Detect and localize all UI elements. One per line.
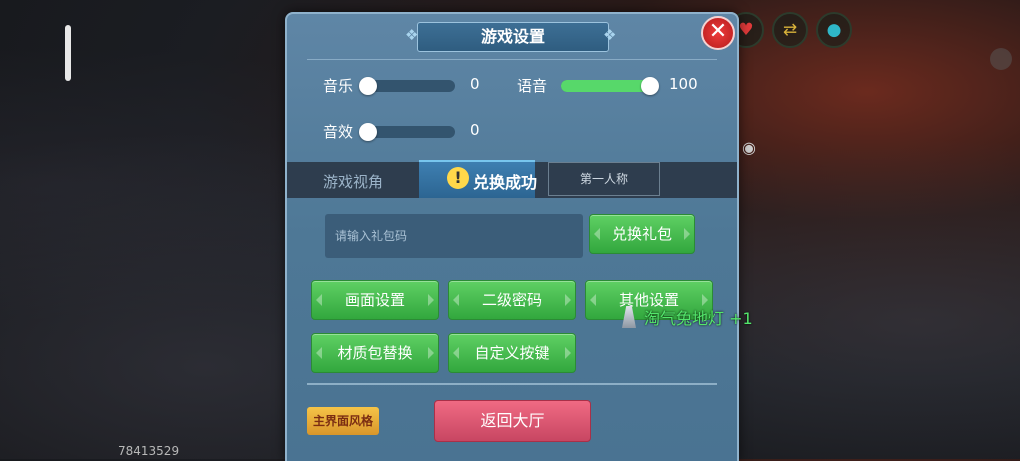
- back-to-lobby-button[interactable]: 返回大厅: [434, 400, 591, 442]
- swap-icon[interactable]: ⇄: [772, 12, 808, 48]
- music-slider-knob[interactable]: [359, 77, 377, 95]
- title-ornament-right-icon: ❖: [603, 26, 617, 44]
- redeem-gift-button[interactable]: 兑换礼包: [589, 214, 695, 254]
- toast-message: 兑换成功: [473, 173, 538, 192]
- close-button[interactable]: ✕: [701, 16, 735, 50]
- game-settings-panel: ❖ 游戏设置 ❖ ✕ 音乐 0 语音 100 音效 0 游戏视角 第一人称 ! …: [285, 12, 739, 461]
- voice-value: 100: [669, 75, 698, 93]
- gift-code-input[interactable]: 请输入礼包码: [325, 214, 583, 258]
- player-id: 78413529: [118, 444, 180, 458]
- side-hud-icon[interactable]: [990, 48, 1012, 70]
- footer-divider: [307, 383, 717, 385]
- title-divider: [307, 59, 717, 60]
- exclamation-icon: !: [447, 167, 469, 189]
- main-ui-style-button[interactable]: 主界面风格: [307, 407, 379, 435]
- view-mode-label: 游戏视角: [323, 173, 384, 191]
- sfx-slider[interactable]: [365, 126, 455, 138]
- music-value: 0: [470, 75, 480, 93]
- custom-keys-button[interactable]: 自定义按键: [448, 333, 576, 373]
- sfx-label: 音效: [323, 123, 354, 141]
- voice-slider-fill: [561, 80, 651, 92]
- voice-label: 语音: [517, 77, 548, 95]
- voice-slider[interactable]: [561, 80, 651, 92]
- water-drop-icon[interactable]: ●: [816, 12, 852, 48]
- close-x-icon: ✕: [708, 19, 728, 44]
- graphics-settings-button[interactable]: 画面设置: [311, 280, 439, 320]
- pause-handle[interactable]: [65, 25, 71, 81]
- voice-slider-knob[interactable]: [641, 77, 659, 95]
- second-password-button[interactable]: 二级密码: [448, 280, 576, 320]
- music-slider[interactable]: [365, 80, 455, 92]
- sfx-slider-knob[interactable]: [359, 123, 377, 141]
- music-label: 音乐: [323, 77, 354, 95]
- pickup-text: 淘气兔地灯 +1: [644, 309, 753, 328]
- lamp-icon: [622, 306, 636, 328]
- texture-pack-button[interactable]: 材质包替换: [311, 333, 439, 373]
- view-tab-first-person[interactable]: 第一人称: [548, 162, 660, 196]
- eye-icon[interactable]: ◉: [742, 138, 756, 157]
- panel-title: 游戏设置: [417, 22, 609, 52]
- item-pickup-notice: 淘气兔地灯 +1: [622, 305, 753, 329]
- sfx-value: 0: [470, 121, 480, 139]
- hud-status-icons: ♥ ⇄ ●: [728, 12, 852, 48]
